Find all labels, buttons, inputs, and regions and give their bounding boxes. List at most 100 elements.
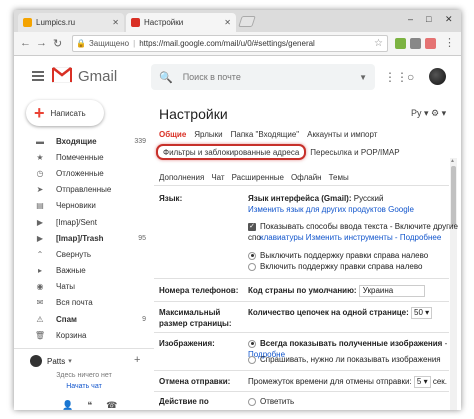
tab-forwarding[interactable]: Пересылка и POP/IMAP bbox=[310, 148, 399, 160]
sidebar-item[interactable]: ✉ Вся почта bbox=[14, 295, 154, 311]
sidebar-item[interactable]: ▶ [Imap]/Sent bbox=[14, 214, 154, 230]
tab-general[interactable]: Общие bbox=[159, 130, 186, 139]
chat-icon: ◉ bbox=[36, 282, 44, 292]
chat-user[interactable]: Patts ▾ bbox=[30, 355, 72, 367]
main-menu-icon[interactable] bbox=[32, 71, 44, 81]
sidebar-item[interactable]: ◉ Чаты bbox=[14, 279, 154, 295]
divider bbox=[154, 391, 449, 392]
sidebar-item[interactable]: ▸ Важные bbox=[14, 263, 154, 279]
extension-icon[interactable] bbox=[395, 38, 406, 49]
gmail-wordmark: Gmail bbox=[78, 68, 118, 85]
start-chat-link[interactable]: Начать чат bbox=[14, 383, 154, 390]
add-chat-icon[interactable]: + bbox=[134, 354, 140, 366]
hangouts-icon[interactable]: ❝ bbox=[87, 400, 92, 410]
sidebar-item[interactable]: ⚠ Спам 9 bbox=[14, 311, 154, 327]
rtl-on-option[interactable]: Включить поддержку правки справа налево bbox=[248, 261, 422, 272]
account-avatar[interactable] bbox=[429, 68, 446, 85]
extension-icon[interactable] bbox=[425, 38, 436, 49]
interface-language-row: Язык интерфейса (Gmail): Русский bbox=[248, 193, 383, 204]
chevron-down-icon[interactable]: ▾ bbox=[68, 357, 72, 365]
reload-icon[interactable]: ↻ bbox=[53, 37, 62, 50]
sidebar-item[interactable]: ➤ Отправленные bbox=[14, 182, 154, 198]
radio-selected[interactable] bbox=[248, 339, 256, 348]
search-options-icon[interactable]: ▼ bbox=[359, 73, 367, 82]
sidebar-item-label: Отложенные bbox=[56, 168, 104, 178]
divider bbox=[154, 301, 449, 302]
secure-label: Защищено bbox=[88, 39, 130, 48]
language-label: Язык: bbox=[159, 194, 183, 203]
input-methods-label: Показывать способы ввода текста bbox=[260, 222, 388, 231]
tab-filters[interactable]: Фильтры и заблокированные адреса bbox=[156, 144, 307, 160]
tab-labels[interactable]: Ярлыки bbox=[194, 130, 222, 139]
tab-accounts[interactable]: Аккаунты и импорт bbox=[307, 130, 377, 139]
back-icon[interactable]: ← bbox=[20, 37, 31, 49]
checkbox-checked[interactable]: ✓ bbox=[248, 222, 256, 231]
sidebar-item[interactable]: 🗑 Корзина bbox=[14, 327, 154, 343]
tab-offline[interactable]: Офлайн bbox=[291, 173, 322, 182]
phone-icon[interactable]: ☎ bbox=[106, 400, 117, 410]
sidebar-item-label: Спам bbox=[56, 314, 77, 324]
tab-themes[interactable]: Темы bbox=[329, 173, 349, 182]
scrollbar-thumb[interactable] bbox=[451, 166, 456, 226]
extension-icon[interactable] bbox=[410, 38, 421, 49]
apps-grid-icon[interactable]: ⋮⋮ bbox=[384, 70, 408, 84]
tab-chat[interactable]: Чат bbox=[211, 173, 224, 182]
undo-select[interactable]: 5 ▾ bbox=[413, 376, 431, 388]
sidebar-item[interactable]: ⌃ Свернуть bbox=[14, 246, 154, 262]
radio-unselected[interactable] bbox=[248, 397, 256, 406]
country-input[interactable]: Украина bbox=[358, 285, 425, 297]
sidebar-item[interactable]: ★ Помеченные bbox=[14, 149, 154, 165]
gmail-favicon-icon bbox=[131, 18, 140, 27]
sidebar-item[interactable]: ▬ Входящие 339 bbox=[14, 133, 154, 149]
sidebar-item[interactable]: ◷ Отложенные bbox=[14, 165, 154, 181]
sidebar-item-label: Входящие bbox=[56, 136, 97, 146]
minimize-button[interactable]: – bbox=[408, 14, 413, 24]
address-bar[interactable]: 🔒 Защищено | https://mail.google.com/mai… bbox=[72, 35, 388, 52]
notifications-icon[interactable]: ○ bbox=[407, 70, 414, 84]
tab-advanced[interactable]: Расширенные bbox=[232, 173, 284, 182]
images-ask-option[interactable]: Спрашивать, нужно ли показывать изображе… bbox=[248, 354, 441, 365]
bookmark-star-icon[interactable]: ☆ bbox=[374, 38, 383, 49]
browser-menu-icon[interactable]: ⋮ bbox=[444, 36, 455, 49]
radio-unselected[interactable] bbox=[248, 355, 256, 364]
close-tab-icon[interactable]: ✕ bbox=[224, 18, 231, 27]
divider: | bbox=[133, 39, 136, 48]
settings-tabs-row3: Дополнения Чат Расширенные Офлайн Темы bbox=[159, 173, 356, 182]
forward-icon[interactable]: → bbox=[36, 37, 47, 49]
change-language-link[interactable]: Изменить язык для других продуктов Googl… bbox=[248, 204, 414, 215]
new-tab-button[interactable] bbox=[238, 16, 256, 27]
page-size-select[interactable]: 50 ▾ bbox=[411, 307, 433, 319]
keyboard-link[interactable]: клавиатуры bbox=[260, 233, 304, 242]
close-window-button[interactable]: ✕ bbox=[445, 14, 453, 25]
search-bar[interactable]: 🔍 Поиск в почте ▼ bbox=[151, 64, 375, 90]
gear-icon[interactable]: ⚙ bbox=[431, 108, 439, 118]
tab-bar: Lumpics.ru ✕ Настройки ✕ – □ ✕ bbox=[14, 10, 461, 32]
url-text: https://mail.google.com/mail/u/0/#settin… bbox=[139, 39, 315, 48]
tab-inbox[interactable]: Папка "Входящие" bbox=[231, 130, 300, 139]
rtl-off-option[interactable]: Выключить поддержку правки справа налево bbox=[248, 250, 428, 261]
person-icon[interactable]: 👤 bbox=[62, 400, 73, 410]
radio-unselected[interactable] bbox=[248, 262, 256, 271]
reply-option[interactable]: Ответить bbox=[248, 396, 294, 407]
rtl-on-label: Включить поддержку правки справа налево bbox=[260, 262, 423, 271]
important-icon: ▸ bbox=[37, 266, 42, 276]
tools-link[interactable]: Изменить инструменты - Подробнее bbox=[306, 233, 442, 242]
browser-tab-lumpics[interactable]: Lumpics.ru ✕ bbox=[18, 13, 124, 32]
sidebar-item[interactable]: ▶ [Imap]/Trash 95 bbox=[14, 230, 154, 246]
reply-option-label: Ответить bbox=[260, 397, 295, 406]
browser-tab-settings[interactable]: Настройки ✕ bbox=[126, 13, 236, 32]
sidebar-item[interactable]: ▤ Черновики bbox=[14, 198, 154, 214]
maximize-button[interactable]: □ bbox=[426, 14, 431, 24]
close-tab-icon[interactable]: ✕ bbox=[112, 18, 119, 27]
settings-language-selector[interactable]: Ру ▾ ⚙ ▾ bbox=[411, 108, 446, 119]
radio-selected[interactable] bbox=[248, 251, 256, 260]
reply-label: Действие по bbox=[159, 397, 209, 406]
gmail-logo-icon[interactable] bbox=[52, 67, 72, 83]
scroll-up-icon[interactable]: ▲ bbox=[450, 158, 455, 164]
interface-language-value[interactable]: Русский bbox=[354, 194, 384, 203]
compose-button[interactable]: + Написать bbox=[26, 100, 104, 126]
tab-addons[interactable]: Дополнения bbox=[159, 173, 204, 182]
scrollbar[interactable]: ▲ bbox=[450, 158, 457, 410]
interface-language-label: Язык интерфейса (Gmail): bbox=[248, 194, 352, 203]
search-icon[interactable]: 🔍 bbox=[159, 71, 173, 84]
